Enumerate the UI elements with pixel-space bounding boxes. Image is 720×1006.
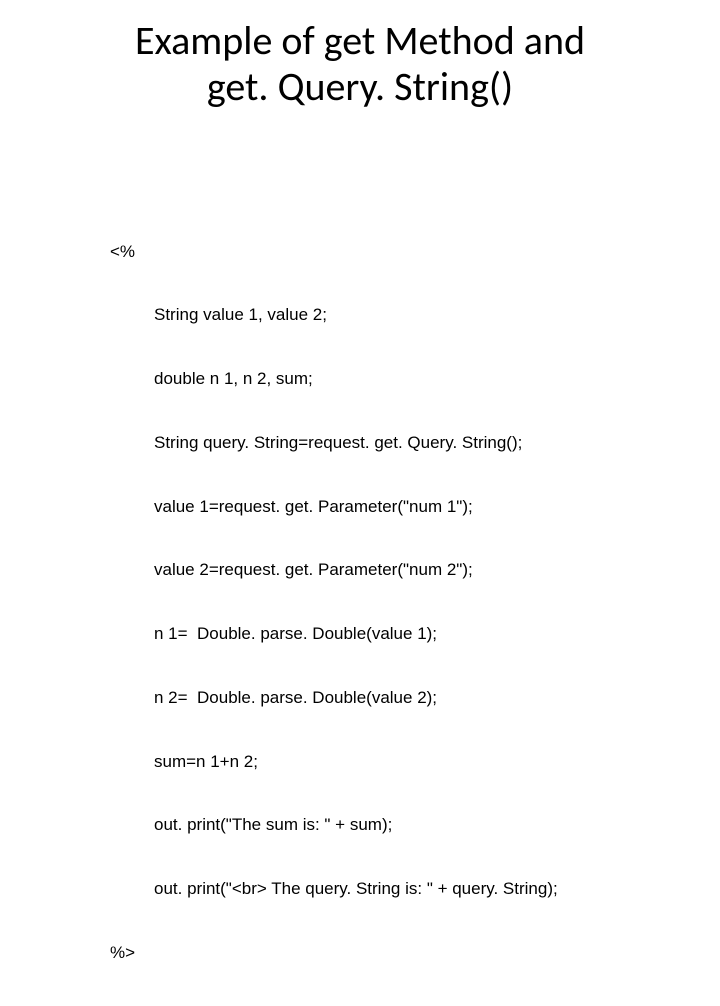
code-close-tag: %> (110, 942, 558, 963)
code-block: <% String value 1, value 2; double n 1, … (110, 198, 558, 1006)
code-line: value 2=request. get. Parameter("num 2")… (154, 559, 558, 580)
slide-title: Example of get Method and get. Query. St… (0, 18, 720, 110)
title-line-2: get. Query. String() (0, 64, 720, 110)
code-line: n 1= Double. parse. Double(value 1); (154, 623, 558, 644)
title-line-1: Example of get Method and (0, 18, 720, 64)
slide: Example of get Method and get. Query. St… (0, 0, 720, 540)
code-line: String query. String=request. get. Query… (154, 432, 558, 453)
code-line: sum=n 1+n 2; (154, 751, 558, 772)
code-line: n 2= Double. parse. Double(value 2); (154, 687, 558, 708)
code-line: out. print("The sum is: " + sum); (154, 814, 558, 835)
code-line: value 1=request. get. Parameter("num 1")… (154, 496, 558, 517)
code-open-tag: <% (110, 241, 558, 262)
code-line: double n 1, n 2, sum; (154, 368, 558, 389)
code-line: out. print("<br> The query. String is: "… (154, 878, 558, 899)
code-line: String value 1, value 2; (154, 304, 558, 325)
